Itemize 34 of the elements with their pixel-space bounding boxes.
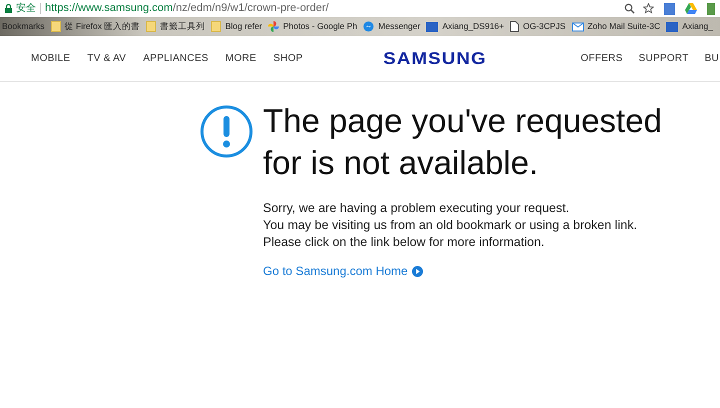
lock-icon (5, 4, 12, 13)
home-link[interactable]: Go to Samsung.com Home (263, 262, 662, 280)
chat-bubble-icon (363, 21, 374, 32)
nav-link[interactable]: BU (704, 51, 719, 66)
bookmark-item[interactable]: Axiang_ (666, 20, 713, 33)
error-heading: The page you've requested for is not available. (263, 101, 662, 183)
bookmark-item[interactable]: Axiang_DS916+ (426, 20, 504, 33)
pinwheel-icon (268, 21, 280, 32)
exclamation-icon (200, 105, 253, 158)
bookmark-item[interactable]: Zoho Mail Suite-3C (572, 20, 660, 33)
security-label: 安全 (16, 2, 36, 16)
nav-link[interactable]: MORE (225, 51, 256, 66)
nav-link[interactable]: MOBILE (31, 51, 70, 66)
nav-link[interactable]: SHOP (273, 51, 303, 66)
envelope-icon (572, 21, 584, 32)
play-circle-icon (412, 266, 423, 276)
drive-icon[interactable] (685, 3, 697, 14)
nav-link[interactable]: OFFERS (580, 51, 623, 66)
error-message: Sorry, we are having a problem executing your request. You may be visiting us from an old bookmark or using a broken link. Please click on the link below for more information. (263, 200, 638, 251)
bookmark-item[interactable]: Photos - Google Ph (268, 20, 358, 33)
bookmark-item[interactable]: Blog refer (211, 20, 262, 33)
nav-link[interactable]: APPLIANCES (143, 51, 208, 66)
bookmark-item[interactable]: Messenger (363, 20, 420, 33)
url-text: https://www.samsung.com/nz/edm/n9/w1/crown-pre-order/ (45, 1, 329, 16)
nav-link[interactable]: SUPPORT (638, 51, 689, 66)
page-icon (510, 21, 519, 32)
bookmark-item[interactable]: 書籤工具列 (146, 20, 206, 33)
bookmark-item[interactable]: 從 Firefox 匯入的書 (50, 20, 140, 33)
logo[interactable]: SAMSUNG (383, 46, 487, 72)
zoom-icon[interactable] (624, 3, 635, 14)
nav-link[interactable]: TV & AV (87, 51, 126, 66)
star-icon[interactable] (643, 3, 654, 14)
bookmark-item[interactable]: Bookmarks (2, 20, 45, 33)
bookmark-item[interactable]: OG-3CPJS (510, 20, 566, 33)
